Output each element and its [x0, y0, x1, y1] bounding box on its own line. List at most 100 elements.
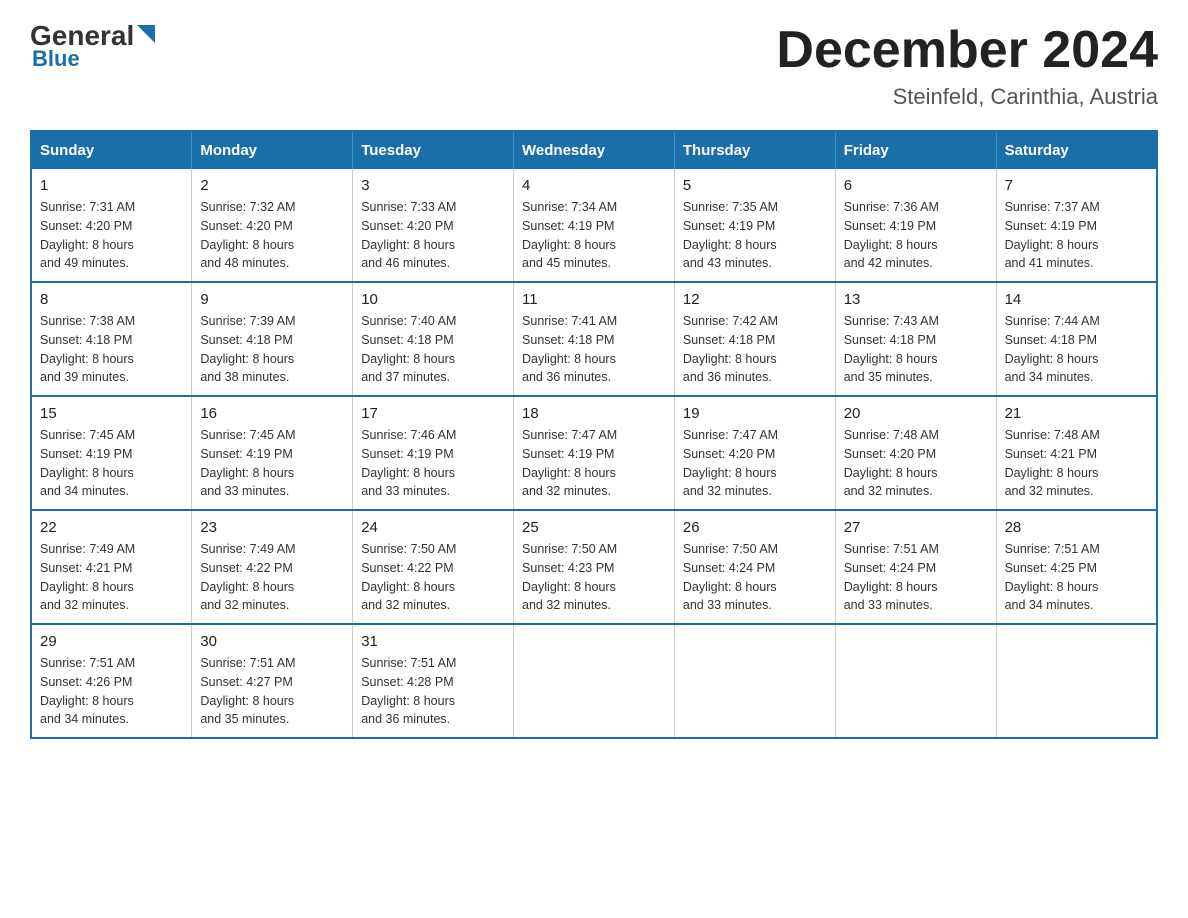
- title-area: December 2024 Steinfeld, Carinthia, Aust…: [776, 20, 1158, 110]
- day-info: Sunrise: 7:51 AMSunset: 4:26 PMDaylight:…: [40, 654, 183, 729]
- day-number: 19: [683, 405, 827, 422]
- day-number: 11: [522, 291, 666, 308]
- day-number: 5: [683, 177, 827, 194]
- day-of-week-header-thursday: Thursday: [674, 131, 835, 169]
- calendar-header: SundayMondayTuesdayWednesdayThursdayFrid…: [31, 131, 1157, 169]
- calendar-cell: 14 Sunrise: 7:44 AMSunset: 4:18 PMDayligh…: [996, 282, 1157, 396]
- calendar-table: SundayMondayTuesdayWednesdayThursdayFrid…: [30, 130, 1158, 739]
- day-number: 27: [844, 519, 988, 536]
- calendar-cell: 30Sunrise: 7:51 AMSunset: 4:27 PMDayligh…: [192, 624, 353, 738]
- day-number: 7: [1005, 177, 1148, 194]
- calendar-cell: 4 Sunrise: 7:34 AMSunset: 4:19 PMDaylight…: [514, 169, 675, 282]
- calendar-cell: 9 Sunrise: 7:39 AMSunset: 4:18 PMDaylight…: [192, 282, 353, 396]
- day-number: 17: [361, 405, 505, 422]
- day-info: Sunrise: 7:39 AMSunset: 4:18 PMDaylight:…: [200, 312, 344, 387]
- day-number: 3: [361, 177, 505, 194]
- day-number: 14: [1005, 291, 1148, 308]
- location-text: Steinfeld, Carinthia, Austria: [776, 84, 1158, 110]
- calendar-body: 1Sunrise: 7:31 AMSunset: 4:20 PMDaylight…: [31, 169, 1157, 738]
- month-year-heading: December 2024: [776, 20, 1158, 80]
- calendar-cell: 10Sunrise: 7:40 AMSunset: 4:18 PMDayligh…: [353, 282, 514, 396]
- day-info: Sunrise: 7:42 AMSunset: 4:18 PMDaylight:…: [683, 312, 827, 387]
- day-number: 1: [40, 177, 183, 194]
- calendar-cell: 16Sunrise: 7:45 AMSunset: 4:19 PMDayligh…: [192, 396, 353, 510]
- week-row-1: 1Sunrise: 7:31 AMSunset: 4:20 PMDaylight…: [31, 169, 1157, 282]
- day-number: 2: [200, 177, 344, 194]
- calendar-cell: 23 Sunrise: 7:49 AMSunset: 4:22 PMDayligh…: [192, 510, 353, 624]
- calendar-cell: 5 Sunrise: 7:35 AMSunset: 4:19 PMDaylight…: [674, 169, 835, 282]
- day-info: Sunrise: 7:43 AMSunset: 4:18 PMDaylight:…: [844, 312, 988, 387]
- day-number: 9: [200, 291, 344, 308]
- day-info: Sunrise: 7:36 AMSunset: 4:19 PMDaylight:…: [844, 198, 988, 273]
- day-info: Sunrise: 7:50 AMSunset: 4:23 PMDaylight:…: [522, 540, 666, 615]
- day-info: Sunrise: 7:47 AMSunset: 4:19 PMDaylight:…: [522, 426, 666, 501]
- day-of-week-header-monday: Monday: [192, 131, 353, 169]
- day-number: 24: [361, 519, 505, 536]
- day-info: Sunrise: 7:50 AMSunset: 4:22 PMDaylight:…: [361, 540, 505, 615]
- day-info: Sunrise: 7:45 AMSunset: 4:19 PMDaylight:…: [40, 426, 183, 501]
- calendar-cell: 19 Sunrise: 7:47 AMSunset: 4:20 PMDayligh…: [674, 396, 835, 510]
- day-number: 18: [522, 405, 666, 422]
- day-info: Sunrise: 7:32 AMSunset: 4:20 PMDaylight:…: [200, 198, 344, 273]
- day-number: 22: [40, 519, 183, 536]
- calendar-cell: 3 Sunrise: 7:33 AMSunset: 4:20 PMDaylight…: [353, 169, 514, 282]
- day-number: 8: [40, 291, 183, 308]
- calendar-cell: 29 Sunrise: 7:51 AMSunset: 4:26 PMDayligh…: [31, 624, 192, 738]
- days-of-week-row: SundayMondayTuesdayWednesdayThursdayFrid…: [31, 131, 1157, 169]
- day-info: Sunrise: 7:48 AMSunset: 4:20 PMDaylight:…: [844, 426, 988, 501]
- day-number: 25: [522, 519, 666, 536]
- calendar-cell: 12 Sunrise: 7:42 AMSunset: 4:18 PMDayligh…: [674, 282, 835, 396]
- calendar-cell: 25 Sunrise: 7:50 AMSunset: 4:23 PMDayligh…: [514, 510, 675, 624]
- day-number: 12: [683, 291, 827, 308]
- day-info: Sunrise: 7:38 AMSunset: 4:18 PMDaylight:…: [40, 312, 183, 387]
- day-number: 31: [361, 633, 505, 650]
- day-info: Sunrise: 7:47 AMSunset: 4:20 PMDaylight:…: [683, 426, 827, 501]
- calendar-cell: 2 Sunrise: 7:32 AMSunset: 4:20 PMDaylight…: [192, 169, 353, 282]
- day-info: Sunrise: 7:51 AMSunset: 4:27 PMDaylight:…: [200, 654, 344, 729]
- day-number: 23: [200, 519, 344, 536]
- calendar-cell: 24 Sunrise: 7:50 AMSunset: 4:22 PMDayligh…: [353, 510, 514, 624]
- day-info: Sunrise: 7:49 AMSunset: 4:22 PMDaylight:…: [200, 540, 344, 615]
- week-row-2: 8 Sunrise: 7:38 AMSunset: 4:18 PMDaylight…: [31, 282, 1157, 396]
- calendar-cell: 17Sunrise: 7:46 AMSunset: 4:19 PMDayligh…: [353, 396, 514, 510]
- calendar-cell: 8 Sunrise: 7:38 AMSunset: 4:18 PMDaylight…: [31, 282, 192, 396]
- day-number: 29: [40, 633, 183, 650]
- day-info: Sunrise: 7:40 AMSunset: 4:18 PMDaylight:…: [361, 312, 505, 387]
- day-number: 13: [844, 291, 988, 308]
- day-info: Sunrise: 7:34 AMSunset: 4:19 PMDaylight:…: [522, 198, 666, 273]
- calendar-cell: 18 Sunrise: 7:47 AMSunset: 4:19 PMDayligh…: [514, 396, 675, 510]
- calendar-cell: 1Sunrise: 7:31 AMSunset: 4:20 PMDaylight…: [31, 169, 192, 282]
- logo-arrow-icon: [137, 25, 155, 48]
- day-of-week-header-tuesday: Tuesday: [353, 131, 514, 169]
- day-number: 4: [522, 177, 666, 194]
- calendar-cell: 26 Sunrise: 7:50 AMSunset: 4:24 PMDayligh…: [674, 510, 835, 624]
- day-info: Sunrise: 7:33 AMSunset: 4:20 PMDaylight:…: [361, 198, 505, 273]
- day-info: Sunrise: 7:50 AMSunset: 4:24 PMDaylight:…: [683, 540, 827, 615]
- day-of-week-header-friday: Friday: [835, 131, 996, 169]
- logo-area: General Blue: [30, 20, 155, 72]
- day-info: Sunrise: 7:48 AMSunset: 4:21 PMDaylight:…: [1005, 426, 1148, 501]
- calendar-cell: [514, 624, 675, 738]
- day-number: 26: [683, 519, 827, 536]
- day-info: Sunrise: 7:51 AMSunset: 4:25 PMDaylight:…: [1005, 540, 1148, 615]
- day-of-week-header-wednesday: Wednesday: [514, 131, 675, 169]
- day-number: 21: [1005, 405, 1148, 422]
- day-of-week-header-saturday: Saturday: [996, 131, 1157, 169]
- calendar-cell: 31 Sunrise: 7:51 AMSunset: 4:28 PMDayligh…: [353, 624, 514, 738]
- day-info: Sunrise: 7:44 AMSunset: 4:18 PMDaylight:…: [1005, 312, 1148, 387]
- day-info: Sunrise: 7:41 AMSunset: 4:18 PMDaylight:…: [522, 312, 666, 387]
- calendar-cell: 11 Sunrise: 7:41 AMSunset: 4:18 PMDayligh…: [514, 282, 675, 396]
- calendar-cell: 6 Sunrise: 7:36 AMSunset: 4:19 PMDaylight…: [835, 169, 996, 282]
- day-number: 28: [1005, 519, 1148, 536]
- day-info: Sunrise: 7:51 AMSunset: 4:28 PMDaylight:…: [361, 654, 505, 729]
- calendar-cell: 20Sunrise: 7:48 AMSunset: 4:20 PMDayligh…: [835, 396, 996, 510]
- logo-blue-text: Blue: [32, 46, 80, 72]
- week-row-5: 29 Sunrise: 7:51 AMSunset: 4:26 PMDayligh…: [31, 624, 1157, 738]
- week-row-3: 15Sunrise: 7:45 AMSunset: 4:19 PMDayligh…: [31, 396, 1157, 510]
- calendar-cell: 7Sunrise: 7:37 AMSunset: 4:19 PMDaylight…: [996, 169, 1157, 282]
- calendar-cell: 28 Sunrise: 7:51 AMSunset: 4:25 PMDayligh…: [996, 510, 1157, 624]
- day-number: 6: [844, 177, 988, 194]
- page-header: General Blue December 2024 Steinfeld, Ca…: [30, 20, 1158, 110]
- calendar-cell: [835, 624, 996, 738]
- day-info: Sunrise: 7:35 AMSunset: 4:19 PMDaylight:…: [683, 198, 827, 273]
